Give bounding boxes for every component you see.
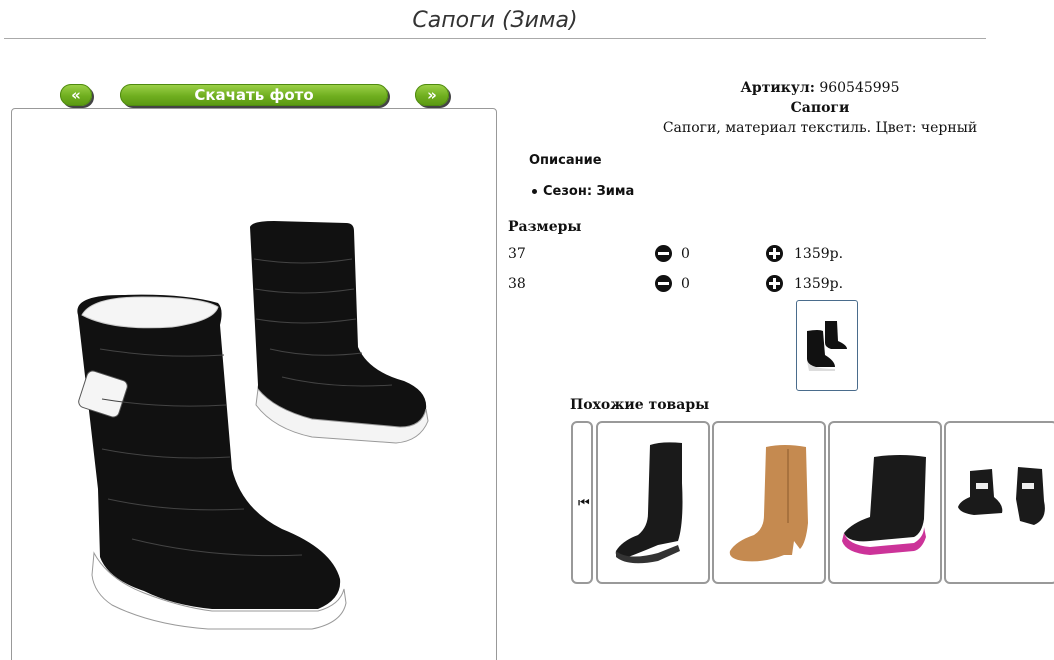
- quantity-value: 0: [681, 276, 690, 292]
- quantity-value: 0: [681, 246, 690, 262]
- article-value: 960545995: [819, 80, 900, 96]
- sizes-heading: Размеры: [508, 219, 582, 235]
- price-value: 1359р.: [794, 276, 844, 292]
- increase-quantity-icon[interactable]: [766, 275, 783, 292]
- prev-photo-button[interactable]: «: [60, 84, 92, 106]
- similar-product-card[interactable]: [828, 421, 942, 584]
- decrease-quantity-icon[interactable]: [655, 245, 672, 262]
- boots-image: [77, 221, 429, 630]
- size-row: 38 0 1359р.: [508, 275, 968, 295]
- article-line: Артикул: 960545995: [650, 80, 990, 96]
- size-value: 37: [508, 246, 526, 262]
- next-photo-button[interactable]: »: [415, 84, 449, 106]
- main-product-photo[interactable]: [11, 108, 497, 660]
- black-leather-boot-image: [615, 442, 683, 564]
- increase-quantity-icon[interactable]: [766, 245, 783, 262]
- similar-products-heading: Похожие товары: [570, 397, 710, 413]
- article-label: Артикул:: [740, 80, 815, 96]
- scroll-first-button[interactable]: ⏮: [571, 421, 593, 584]
- decrease-quantity-icon[interactable]: [655, 275, 672, 292]
- size-row: 37 0 1359р.: [508, 245, 968, 265]
- thumbnail-boots-image: [807, 321, 847, 371]
- title-divider: [4, 38, 986, 39]
- black-pair-boots-image: [958, 467, 1045, 525]
- similar-product-card[interactable]: [596, 421, 710, 584]
- similar-product-card[interactable]: [944, 421, 1054, 584]
- tan-boot-image: [729, 445, 808, 562]
- size-value: 38: [508, 276, 526, 292]
- price-value: 1359р.: [794, 246, 844, 262]
- season-item: Сезон: Зима: [532, 184, 634, 199]
- download-photo-button[interactable]: Скачать фото: [120, 84, 388, 106]
- skip-first-icon: ⏮: [578, 496, 590, 511]
- description-heading: Описание: [529, 153, 602, 168]
- photo-thumbnail[interactable]: [796, 300, 858, 391]
- black-pink-sole-boot-image: [842, 455, 926, 555]
- bullet-icon: [532, 189, 537, 194]
- back-boot-shape: [250, 221, 429, 444]
- season-text: Сезон: Зима: [543, 184, 635, 199]
- page-title: Сапоги (Зима): [412, 8, 578, 33]
- product-name: Сапоги: [790, 100, 850, 116]
- similar-product-card[interactable]: [712, 421, 826, 584]
- product-description: Сапоги, материал текстиль. Цвет: черный: [662, 120, 978, 136]
